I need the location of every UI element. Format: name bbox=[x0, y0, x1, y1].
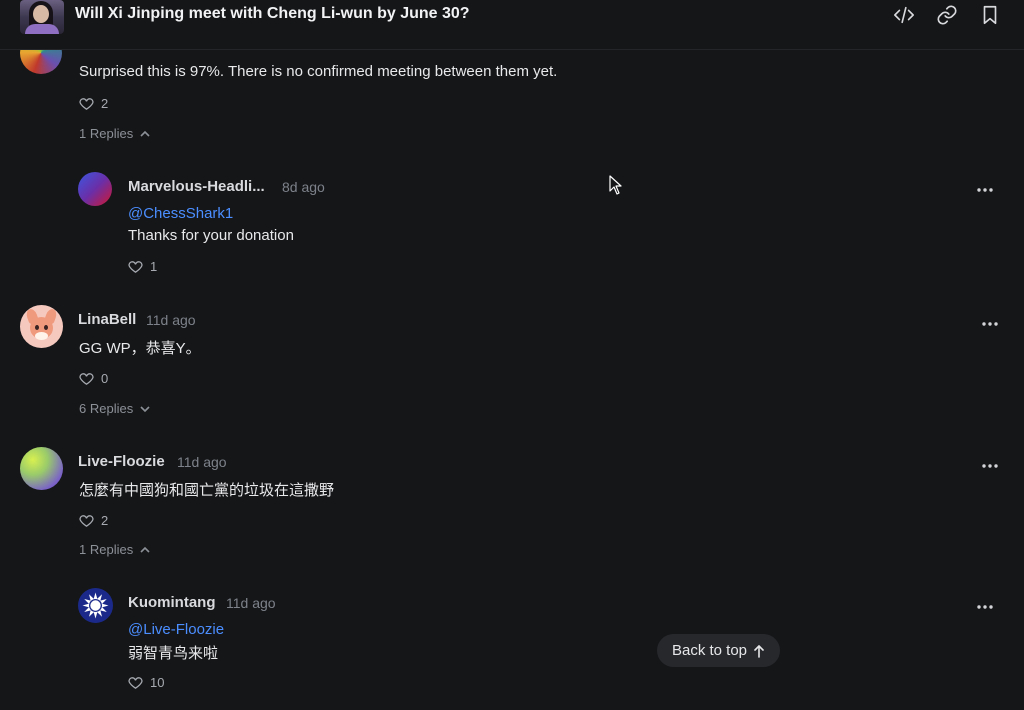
back-to-top-label: Back to top bbox=[671, 642, 748, 659]
arrow-up-icon bbox=[754, 644, 764, 658]
timestamp: 11d ago bbox=[226, 595, 276, 611]
mouse-cursor-icon bbox=[609, 175, 623, 195]
like-button[interactable]: 2 bbox=[78, 95, 108, 112]
more-dots-icon[interactable] bbox=[980, 458, 1000, 468]
like-count: 10 bbox=[150, 675, 165, 690]
sun-emblem-icon bbox=[82, 592, 109, 619]
chevron-up-icon bbox=[140, 130, 150, 137]
like-button[interactable]: 1 bbox=[127, 258, 157, 275]
chevron-down-icon bbox=[140, 405, 150, 412]
timestamp: 11d ago bbox=[146, 312, 196, 328]
comment: LinaBell 11d ago GG WP，恭喜Y。 0 6 Replies bbox=[0, 298, 1024, 428]
like-button[interactable]: 0 bbox=[78, 370, 108, 387]
reply: Kuomintang 11d ago @Live-Floozie 弱智青鸟来啦 … bbox=[0, 580, 1024, 710]
replies-toggle[interactable]: 6 Replies bbox=[79, 401, 151, 416]
more-dots-icon[interactable] bbox=[980, 316, 1000, 326]
like-count: 2 bbox=[101, 513, 109, 528]
like-button[interactable]: 10 bbox=[127, 674, 164, 691]
like-count: 0 bbox=[101, 371, 109, 386]
timestamp: 11d ago bbox=[177, 454, 227, 470]
heart-icon bbox=[79, 515, 94, 527]
avatar[interactable] bbox=[20, 447, 63, 490]
avatar[interactable] bbox=[20, 305, 63, 348]
replies-label: 6 Replies bbox=[79, 401, 134, 416]
comment-text: GG WP，恭喜Y。 bbox=[79, 340, 201, 357]
more-dots-icon[interactable] bbox=[975, 182, 995, 192]
like-button[interactable]: 2 bbox=[78, 512, 108, 529]
link-icon[interactable] bbox=[936, 4, 958, 26]
back-to-top-button[interactable]: Back to top bbox=[657, 634, 780, 667]
like-count: 2 bbox=[101, 96, 109, 111]
market-thumbnail[interactable] bbox=[20, 0, 64, 34]
more-dots-icon[interactable] bbox=[975, 599, 995, 609]
heart-icon bbox=[79, 373, 94, 385]
mention-link[interactable]: @Live-Floozie bbox=[128, 621, 224, 638]
chevron-up-icon bbox=[140, 546, 150, 553]
reply: Marvelous-Headli... 8d ago @ChessShark1 … bbox=[0, 160, 1024, 290]
replies-label: 1 Replies bbox=[79, 542, 134, 557]
username[interactable]: Kuomintang bbox=[128, 594, 216, 611]
replies-toggle[interactable]: 1 Replies bbox=[79, 126, 151, 141]
market-header: Will Xi Jinping meet with Cheng Li-wun b… bbox=[0, 0, 1024, 50]
username[interactable]: Marvelous-Headli... bbox=[128, 178, 265, 195]
like-count: 1 bbox=[150, 259, 158, 274]
bookmark-icon[interactable] bbox=[979, 4, 1001, 26]
comment: Live-Floozie 11d ago 怎麼有中國狗和國亡黨的垃圾在這撒野 2… bbox=[0, 440, 1024, 570]
replies-label: 1 Replies bbox=[79, 126, 134, 141]
username[interactable]: Live-Floozie bbox=[78, 453, 165, 470]
timestamp: 8d ago bbox=[282, 179, 325, 195]
username[interactable]: LinaBell bbox=[78, 311, 136, 328]
heart-icon bbox=[79, 98, 94, 110]
avatar[interactable] bbox=[78, 172, 112, 206]
comment-text: Thanks for your donation bbox=[128, 227, 294, 244]
embed-code-icon[interactable] bbox=[893, 4, 915, 26]
mention-link[interactable]: @ChessShark1 bbox=[128, 205, 233, 222]
market-title: Will Xi Jinping meet with Cheng Li-wun b… bbox=[75, 5, 470, 22]
comment-text: 弱智青鸟来啦 bbox=[128, 645, 219, 662]
heart-icon bbox=[128, 261, 143, 273]
comment-text: Surprised this is 97%. There is no confi… bbox=[79, 63, 558, 80]
replies-toggle[interactable]: 1 Replies bbox=[79, 542, 151, 557]
heart-icon bbox=[128, 677, 143, 689]
avatar[interactable] bbox=[78, 588, 113, 623]
comment-text: 怎麼有中國狗和國亡黨的垃圾在這撒野 bbox=[79, 482, 335, 499]
